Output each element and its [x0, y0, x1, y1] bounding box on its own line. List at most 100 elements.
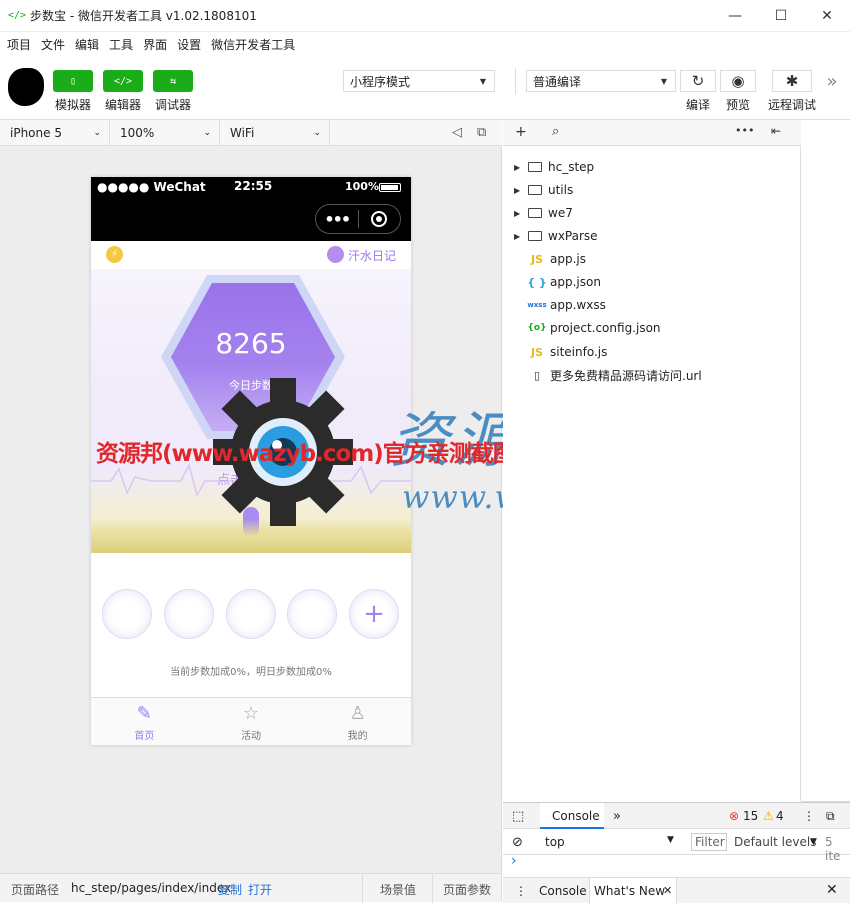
- friend-slot[interactable]: [226, 589, 276, 639]
- file-item[interactable]: wxss app.wxss: [503, 294, 801, 316]
- whats-new-tab[interactable]: What's New ✕: [589, 878, 677, 904]
- folder-name: hc_step: [548, 160, 595, 174]
- app-logo-icon: </>: [8, 10, 27, 21]
- menu-file[interactable]: 文件: [36, 36, 70, 53]
- minimize-button[interactable]: —: [712, 0, 758, 32]
- page-params-button[interactable]: 页面参数: [443, 881, 491, 898]
- folder-name: wxParse: [548, 229, 598, 243]
- folder-item[interactable]: ▶ wxParse: [503, 225, 801, 247]
- log-levels-select[interactable]: Default levels: [734, 835, 816, 849]
- collapse-panel-icon[interactable]: ⇤: [771, 124, 781, 138]
- scene-value-button[interactable]: 场景值: [380, 881, 416, 898]
- friend-slot[interactable]: [102, 589, 152, 639]
- phone-status-bar: ●●●●● WeChat 22:55 100%: [91, 177, 411, 197]
- coin-icon[interactable]: ⚡: [106, 246, 123, 263]
- more-tabs-button[interactable]: »: [613, 809, 621, 824]
- avatar[interactable]: [8, 68, 44, 106]
- close-drawer-icon[interactable]: ✕: [826, 882, 838, 898]
- toolbar-more-button[interactable]: »: [822, 70, 842, 92]
- watermark-caption: 资源邦(www.wazyb.com)官方亲测截图: [96, 441, 516, 467]
- carrier-text: ●●●●● WeChat: [97, 180, 206, 194]
- whats-new-label: What's New: [594, 884, 666, 898]
- compile-button[interactable]: ↻: [680, 70, 716, 92]
- mode-select[interactable]: 小程序模式 ▼: [343, 70, 495, 92]
- maximize-button[interactable]: ☐: [758, 0, 804, 32]
- warning-icon: ⚠: [763, 809, 774, 823]
- menu-wechat-devtools[interactable]: 微信开发者工具: [206, 36, 300, 53]
- tab-home-label: 首页: [134, 731, 155, 742]
- toolbar: ▯ 模拟器 </> 编辑器 ⇆ 调试器 小程序模式 ▼ 普通编译 ▼ ↻ 编译 …: [0, 56, 850, 120]
- detach-window-icon[interactable]: ⧉: [477, 125, 486, 140]
- window-title: 步数宝 - 微信开发者工具 v1.02.1808101: [30, 9, 257, 23]
- chevron-right-icon: ▶: [514, 208, 521, 218]
- more-options-icon[interactable]: •••: [735, 124, 754, 137]
- device-select[interactable]: iPhone 5 ⌄: [0, 119, 110, 146]
- file-item[interactable]: { } app.json: [503, 271, 801, 293]
- console-drawer-bar: ⋮ Console What's New ✕ ✕: [503, 877, 850, 904]
- simulator-label: 模拟器: [54, 98, 91, 112]
- top-strip: ⚡ 汗水日记: [91, 241, 411, 269]
- debugger-toggle-button[interactable]: ⇆: [153, 70, 193, 92]
- close-miniprogram-icon[interactable]: [358, 211, 400, 227]
- tab-home[interactable]: ✎ 首页: [91, 698, 198, 745]
- menu-interface[interactable]: 界面: [138, 36, 172, 53]
- copy-path-link[interactable]: 复制: [218, 881, 242, 898]
- kebab-menu-icon[interactable]: ⋮: [803, 809, 815, 823]
- folder-item[interactable]: ▶ hc_step: [503, 156, 801, 178]
- file-item[interactable]: {o} project.config.json: [503, 317, 801, 339]
- sweat-diary-link[interactable]: 汗水日记: [348, 247, 396, 264]
- context-select[interactable]: top ▼: [540, 832, 680, 852]
- debug-arrows-icon: ⇆: [169, 75, 177, 87]
- kebab-menu-icon[interactable]: ⋮: [515, 884, 527, 898]
- search-icon[interactable]: ⌕: [552, 124, 559, 139]
- preview-button[interactable]: ◉: [720, 70, 756, 92]
- file-item[interactable]: JS siteinfo.js: [503, 341, 801, 363]
- config-file-icon: {o}: [527, 323, 547, 333]
- title-bar: </> 步数宝 - 微信开发者工具 v1.02.1808101 — ☐ ✕: [0, 0, 850, 32]
- clock-text: 22:55: [234, 179, 273, 193]
- context-value: top: [545, 835, 565, 849]
- bottom-status-bar: 页面路径 hc_step/pages/index/index 复制 打开 场景值…: [0, 873, 502, 903]
- file-tree: ▶ hc_step ▶ utils ▶ we7 ▶ wxParse JS app…: [503, 146, 801, 802]
- file-item[interactable]: JS app.js: [503, 248, 801, 270]
- file-item[interactable]: ▯ 更多免费精品源码请访问.url: [503, 364, 801, 386]
- diary-icon[interactable]: [327, 246, 344, 263]
- network-select[interactable]: WiFi ⌄: [220, 119, 330, 146]
- file-name: siteinfo.js: [550, 345, 608, 359]
- clear-console-icon[interactable]: ⊘: [512, 835, 523, 850]
- tab-activity[interactable]: ☆ 活动: [198, 698, 305, 745]
- json-file-icon: { }: [527, 275, 547, 289]
- step-count: 8265: [215, 327, 287, 360]
- drawer-console-tab[interactable]: Console: [539, 884, 587, 898]
- simulator-toggle-button[interactable]: ▯: [53, 70, 93, 92]
- menu-edit[interactable]: 编辑: [70, 36, 104, 53]
- open-path-link[interactable]: 打开: [248, 881, 272, 898]
- close-tab-icon[interactable]: ✕: [663, 884, 672, 897]
- zoom-select[interactable]: 100% ⌄: [110, 119, 220, 146]
- menu-project[interactable]: 项目: [2, 36, 36, 53]
- refresh-icon: ↻: [691, 72, 705, 90]
- close-button[interactable]: ✕: [804, 0, 850, 32]
- filter-input[interactable]: Filter: [691, 833, 727, 851]
- editor-label: 编辑器: [104, 98, 141, 112]
- more-dots-icon[interactable]: •••: [316, 210, 358, 229]
- undock-icon[interactable]: ⧉: [826, 809, 835, 824]
- add-friend-button[interactable]: +: [349, 589, 399, 639]
- compile-mode-select[interactable]: 普通编译 ▼: [526, 70, 676, 92]
- console-prompt[interactable]: ›: [511, 853, 517, 869]
- remote-debug-button[interactable]: ✱: [772, 70, 812, 92]
- tab-mine[interactable]: ♙ 我的: [304, 698, 411, 745]
- friend-slot[interactable]: [164, 589, 214, 639]
- folder-item[interactable]: ▶ we7: [503, 202, 801, 224]
- folder-item[interactable]: ▶ utils: [503, 179, 801, 201]
- menu-settings[interactable]: 设置: [172, 36, 206, 53]
- caret-down-icon: ▼: [810, 837, 817, 847]
- editor-toggle-button[interactable]: </>: [103, 70, 143, 92]
- friend-slot[interactable]: [287, 589, 337, 639]
- page-path: hc_step/pages/index/index: [71, 881, 232, 895]
- inspect-element-icon[interactable]: ⬚: [512, 809, 524, 824]
- mute-icon[interactable]: ◁: [452, 125, 462, 140]
- menu-tools[interactable]: 工具: [104, 36, 138, 53]
- compile-mode-value: 普通编译: [533, 74, 582, 89]
- add-file-icon[interactable]: +: [515, 124, 527, 140]
